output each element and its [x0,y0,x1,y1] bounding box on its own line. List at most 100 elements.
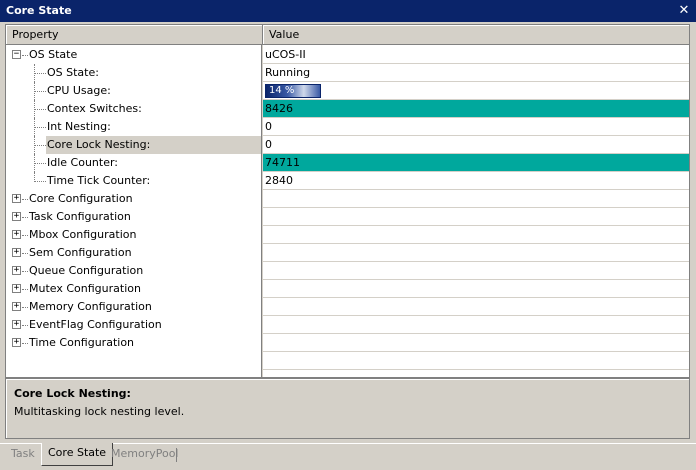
property-cell[interactable]: + Mbox Configuration [6,226,261,244]
property-cell[interactable]: + Core Configuration [6,190,261,208]
tree-connector [34,181,46,182]
core-state-window: Core State ✕ Property Value − OS State uCO… [0,0,696,470]
description-title: Core Lock Nesting: [14,387,131,400]
title-bar: Core State ✕ [0,0,696,22]
value-cell[interactable]: 74711 [263,154,689,172]
value-text: 2840 [265,174,293,187]
property-label: Int Nesting: [47,120,111,133]
value-cell[interactable] [263,244,689,262]
property-label: Queue Configuration [29,264,144,277]
value-text: 8426 [265,102,293,115]
expand-icon[interactable]: + [12,266,21,275]
window-title: Core State [6,4,72,17]
property-cell[interactable]: OS State: [6,64,261,82]
property-row[interactable]: CPU Usage: 14 % [6,82,689,100]
value-cell[interactable] [263,190,689,208]
expand-icon[interactable]: + [12,284,21,293]
property-label: Sem Configuration [29,246,132,259]
property-cell[interactable]: + Memory Configuration [6,298,261,316]
value-text: 0 [265,120,272,133]
tree-connector [34,91,46,92]
property-cell[interactable]: Core Lock Nesting: [6,136,261,154]
property-row[interactable]: + Task Configuration [6,208,689,226]
property-row[interactable]: + Time Configuration [6,334,689,352]
property-cell[interactable]: Time Tick Counter: [6,172,261,190]
property-cell[interactable]: Idle Counter: [6,154,261,172]
property-cell[interactable]: + Queue Configuration [6,262,261,280]
expand-icon[interactable]: + [12,320,21,329]
property-label: OS State [29,48,78,61]
property-row[interactable]: + Core Configuration [6,190,689,208]
expand-icon[interactable]: + [12,338,21,347]
property-label: Task Configuration [29,210,131,223]
property-cell[interactable]: Int Nesting: [6,118,261,136]
value-column-header[interactable]: Value [263,25,689,45]
value-cell[interactable] [263,262,689,280]
tab-memorypool[interactable]: MemoryPool [105,444,185,466]
property-label: Time Configuration [29,336,135,349]
property-grid: Property Value − OS State uCOS-II OS State:… [5,24,690,378]
property-label: Idle Counter: [47,156,119,169]
property-row[interactable]: + Mbox Configuration [6,226,689,244]
property-row[interactable]: + Sem Configuration [6,244,689,262]
value-cell[interactable]: 14 % [263,82,689,100]
tree-connector [34,163,46,164]
property-row[interactable]: OS State: Running [6,64,689,82]
property-row[interactable]: + EventFlag Configuration [6,316,689,334]
property-row[interactable]: + Memory Configuration [6,298,689,316]
value-cell[interactable]: 2840 [263,172,689,190]
value-cell[interactable]: Running [263,64,689,82]
value-cell[interactable]: 8426 [263,100,689,118]
tab-task[interactable]: Task [5,444,41,466]
value-cell[interactable]: 0 [263,136,689,154]
value-cell[interactable] [263,298,689,316]
value-cell[interactable] [263,208,689,226]
property-column-header[interactable]: Property [6,25,263,45]
property-row[interactable]: + Mutex Configuration [6,280,689,298]
property-cell[interactable]: CPU Usage: [6,82,261,100]
expand-icon[interactable]: + [12,302,21,311]
property-cell[interactable]: + EventFlag Configuration [6,316,261,334]
property-label: Contex Switches: [47,102,142,115]
value-text: uCOS-II [265,48,306,61]
tab-strip: Task Core State MemoryPool [0,443,696,470]
property-cell[interactable]: + Time Configuration [6,334,261,352]
expand-icon[interactable]: + [12,212,21,221]
property-row[interactable]: Core Lock Nesting: 0 [6,136,689,154]
property-cell[interactable]: + Mutex Configuration [6,280,261,298]
expand-icon[interactable]: + [12,230,21,239]
property-label: Mbox Configuration [29,228,137,241]
property-label: Core Lock Nesting: [46,136,261,154]
value-cell[interactable] [263,316,689,334]
property-row[interactable]: Time Tick Counter: 2840 [6,172,689,190]
tree-connector [34,127,46,128]
expand-icon[interactable]: + [12,248,21,257]
property-cell[interactable]: + Task Configuration [6,208,261,226]
property-label: EventFlag Configuration [29,318,162,331]
close-icon[interactable]: ✕ [676,3,692,19]
cpu-usage-bar: 14 % [265,84,321,98]
tree-connector [34,73,46,74]
value-text: 0 [265,138,272,151]
property-cell[interactable]: + Sem Configuration [6,244,261,262]
property-row[interactable]: − OS State uCOS-II [6,46,689,64]
property-label: Mutex Configuration [29,282,141,295]
value-cell[interactable] [263,280,689,298]
property-row[interactable]: Contex Switches: 8426 [6,100,689,118]
value-cell [263,352,689,370]
description-text: Multitasking lock nesting level. [14,405,185,418]
value-cell[interactable] [263,226,689,244]
tree-connector [34,145,46,146]
property-row[interactable]: Int Nesting: 0 [6,118,689,136]
property-cell[interactable]: Contex Switches: [6,100,261,118]
tab-core-state[interactable]: Core State [41,443,114,466]
collapse-icon[interactable]: − [12,50,21,59]
property-row[interactable]: + Queue Configuration [6,262,689,280]
value-cell[interactable]: uCOS-II [263,46,689,64]
property-cell[interactable]: − OS State [6,46,261,64]
value-cell[interactable]: 0 [263,118,689,136]
expand-icon[interactable]: + [12,194,21,203]
column-divider-highlight [262,45,263,377]
property-row[interactable]: Idle Counter: 74711 [6,154,689,172]
value-cell[interactable] [263,334,689,352]
